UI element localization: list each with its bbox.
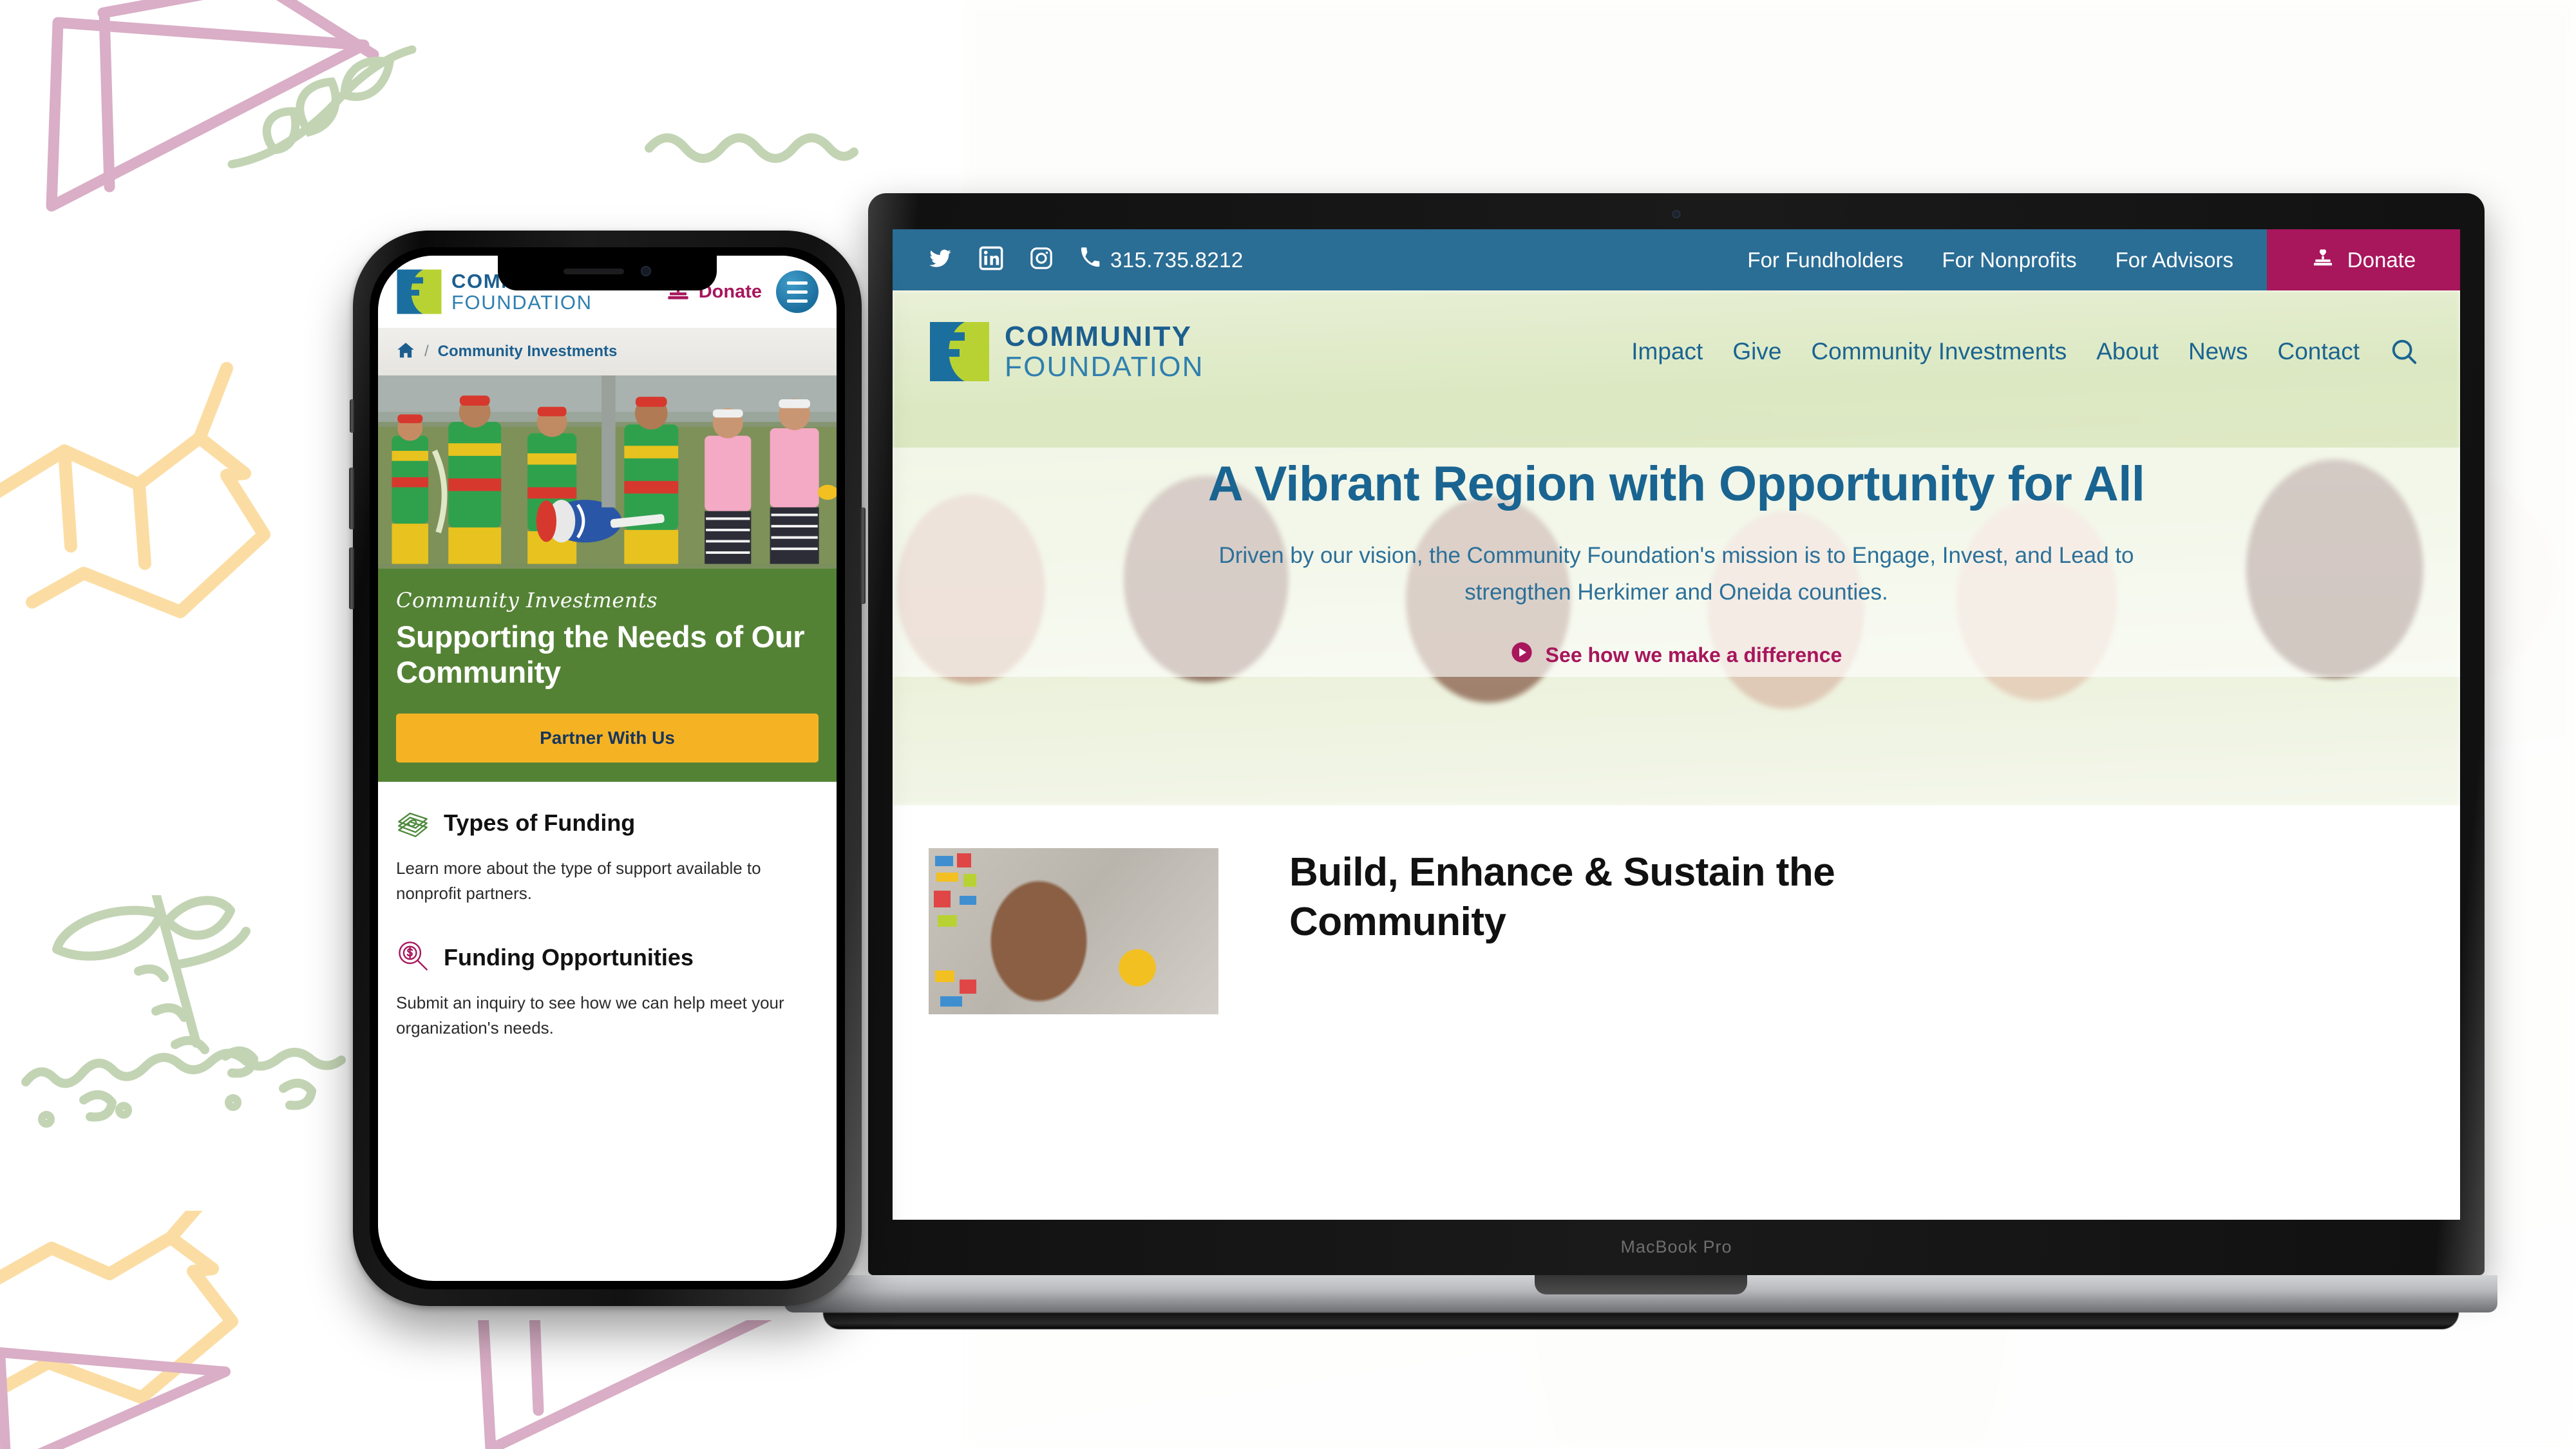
- laptop-base-notch: [1535, 1275, 1747, 1294]
- hero-video-link[interactable]: See how we make a difference: [1511, 641, 1842, 668]
- partner-with-us-label: Partner With Us: [540, 727, 675, 748]
- main-nav-bar: COMMUNITY FOUNDATION Impact Give Communi…: [893, 290, 2460, 413]
- phone-cards: Types of Funding Learn more about the ty…: [378, 781, 837, 1041]
- yellow-chevron-decoration: [0, 1211, 354, 1449]
- laptop-lid: 315.735.8212 For Fundholders For Nonprof…: [868, 193, 2485, 1275]
- breadcrumb-separator: /: [424, 343, 429, 360]
- pink-origami-triangles-decoration: [13, 0, 412, 225]
- donate-heart-hand-icon: [2311, 246, 2334, 274]
- green-leaf-branch-decoration: [213, 35, 425, 184]
- phone-number[interactable]: 315.735.8212: [1079, 247, 1244, 274]
- top-link-fundholders[interactable]: For Fundholders: [1747, 248, 1903, 272]
- phone-front-camera-icon: [641, 266, 651, 276]
- phone-volume-down-button[interactable]: [349, 547, 354, 609]
- phone-hero-photo: [378, 375, 837, 569]
- nav-news[interactable]: News: [2188, 338, 2248, 365]
- phone-heading: Supporting the Needs of Our Community: [396, 620, 805, 690]
- list-item[interactable]: Types of Funding Learn more about the ty…: [396, 805, 819, 906]
- phone-logo-line-2: FOUNDATION: [451, 291, 592, 314]
- top-link-advisors[interactable]: For Advisors: [2116, 248, 2233, 272]
- phone-eyebrow: Community Investments: [396, 588, 658, 612]
- laptop-foot: [823, 1312, 2459, 1329]
- top-link-nonprofits[interactable]: For Nonprofits: [1942, 248, 2077, 272]
- green-seedling-decoration: [6, 895, 367, 1153]
- phone-volume-up-button[interactable]: [349, 468, 354, 529]
- lower-section-image: [929, 848, 1218, 1014]
- lower-section-heading: Build, Enhance & Sustain the Community: [1289, 850, 1835, 944]
- phone-mockup: COMMUNITY FOUNDATION Donate: [349, 231, 866, 1306]
- laptop-camera-icon: [1672, 210, 1681, 218]
- site-logo[interactable]: COMMUNITY FOUNDATION: [929, 321, 1204, 383]
- money-stack-icon: [396, 805, 430, 842]
- phone-screen: COMMUNITY FOUNDATION Donate: [378, 256, 837, 1281]
- nav-community-investments[interactable]: Community Investments: [1811, 338, 2067, 365]
- phone-silent-switch[interactable]: [350, 399, 354, 433]
- search-icon[interactable]: [2389, 337, 2419, 366]
- hero-heading: A Vibrant Region with Opportunity for Al…: [1208, 456, 2145, 511]
- top-bar-links: For Fundholders For Nonprofits For Advis…: [1747, 248, 2233, 272]
- nav-contact[interactable]: Contact: [2277, 338, 2360, 365]
- donate-button[interactable]: Donate: [2267, 229, 2460, 290]
- cf-f-logomark-icon: [396, 269, 442, 315]
- laptop-mockup: 315.735.8212 For Fundholders For Nonprof…: [784, 193, 2497, 1352]
- hamburger-menu-icon[interactable]: [776, 270, 819, 313]
- card-body: Learn more about the type of support ava…: [396, 858, 761, 903]
- green-squiggle-decoration: [644, 122, 889, 180]
- cf-f-logomark-icon: [929, 321, 990, 383]
- main-nav-links: Impact Give Community Investments About …: [1631, 337, 2419, 366]
- nav-impact[interactable]: Impact: [1631, 338, 1703, 365]
- logo-line-2: FOUNDATION: [1005, 350, 1204, 383]
- phone-power-button[interactable]: [860, 507, 866, 604]
- laptop-base: [784, 1275, 2497, 1312]
- yellow-handshake-decoration: [0, 341, 399, 625]
- magnifier-dollar-icon: [396, 940, 430, 976]
- breadcrumb-current: Community Investments: [437, 343, 618, 360]
- card-title: Funding Opportunities: [444, 944, 694, 971]
- card-title: Types of Funding: [444, 810, 636, 837]
- phone-breadcrumb: / Community Investments: [378, 328, 837, 375]
- lower-section: Build, Enhance & Sustain the Community: [893, 806, 2460, 1076]
- play-circle-icon: [1511, 641, 1533, 668]
- linkedin-icon[interactable]: [979, 246, 1003, 274]
- phone-speaker-icon: [564, 268, 624, 274]
- pink-triangle-decoration: [451, 1320, 811, 1449]
- donate-label: Donate: [2347, 247, 2416, 272]
- instagram-icon[interactable]: [1029, 246, 1054, 274]
- phone-bezel: COMMUNITY FOUNDATION Donate: [370, 247, 845, 1289]
- hero-paragraph: Driven by our vision, the Community Foun…: [1218, 542, 2134, 605]
- hero-section: COMMUNITY FOUNDATION Impact Give Communi…: [893, 290, 2460, 806]
- site-top-utility-bar: 315.735.8212 For Fundholders For Nonprof…: [893, 229, 2460, 290]
- laptop-screen: 315.735.8212 For Fundholders For Nonprof…: [893, 229, 2460, 1220]
- nav-about[interactable]: About: [2096, 338, 2159, 365]
- logo-line-1: COMMUNITY: [1005, 320, 1193, 352]
- hero-link-label: See how we make a difference: [1545, 643, 1842, 667]
- phone-icon: [1079, 247, 1101, 274]
- phone-number-text: 315.735.8212: [1110, 247, 1244, 272]
- nav-give[interactable]: Give: [1732, 338, 1781, 365]
- partner-with-us-button[interactable]: Partner With Us: [396, 713, 819, 762]
- pink-triangle-small-decoration: [0, 1346, 251, 1449]
- twitter-icon[interactable]: [927, 245, 953, 274]
- list-item[interactable]: Funding Opportunities Submit an inquiry …: [396, 940, 819, 1041]
- home-icon[interactable]: [396, 341, 415, 363]
- phone-notch: [498, 256, 717, 290]
- laptop-brand-label: MacBook Pro: [1620, 1237, 1732, 1256]
- card-body: Submit an inquiry to see how we can help…: [396, 992, 784, 1037]
- phone-green-section: Community Investments Supporting the Nee…: [378, 569, 837, 782]
